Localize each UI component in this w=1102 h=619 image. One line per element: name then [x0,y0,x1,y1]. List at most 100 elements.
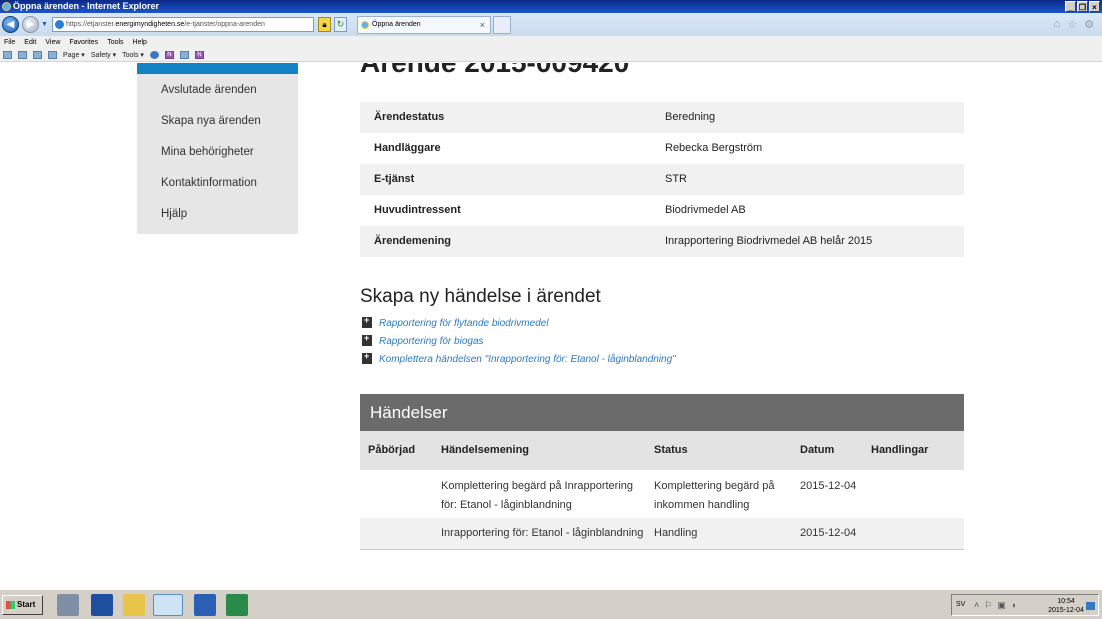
add-document-icon [362,351,372,364]
detail-value: Rebecka Bergström [665,142,763,154]
url-prefix: https://etjanster. [66,21,116,28]
window-controls: _ ❐ × [1065,1,1100,12]
restore-icon[interactable]: ❐ [1077,1,1088,12]
cell-date: 2015-12-04 [800,480,857,492]
url-domain: energimyndigheten.se [115,21,185,28]
cell-status-line2: inkommen handling [654,499,750,511]
detail-row: Handläggare Rebecka Bergström [360,133,964,164]
link-text[interactable]: Rapportering för flytande biodrivmedel [379,318,549,329]
column-header-status: Status [654,444,688,456]
detail-value: Biodrivmedel AB [665,204,746,216]
lock-icon[interactable]: 🔒︎ [318,17,331,32]
volume-icon[interactable]: ◖ [1011,600,1016,611]
tray-icons: ˄ ⚐ ▣ ◖ [974,600,1016,611]
feeds-icon[interactable] [18,51,27,59]
cell-status-line1: Handling [654,527,698,539]
menu-help[interactable]: Help [133,36,147,49]
detail-label: Ärendestatus [374,111,445,123]
page-menu[interactable]: Page ▾ [63,49,85,62]
tab-ie-icon [361,21,369,29]
excel-icon[interactable] [226,594,248,616]
menu-tools[interactable]: Tools [107,36,123,49]
internet-explorer-icon[interactable] [153,594,183,616]
addon-icon[interactable] [179,51,189,59]
clock-date: 2015-12-04 [1048,607,1084,614]
detail-row: Ärendemening Inrapportering Biodrivmedel… [360,226,964,257]
word-icon[interactable] [194,594,216,616]
window-title: Öppna ärenden - Internet Explorer [13,1,160,11]
show-desktop-icon[interactable] [1086,602,1095,610]
window-title-bar: Öppna ärenden - Internet Explorer _ ❐ × [0,0,1102,13]
tools-menu[interactable]: Tools ▾ [122,49,144,62]
table-row[interactable]: Komplettering begärd på Inrapportering f… [360,470,964,518]
close-icon[interactable]: × [1089,1,1100,12]
read-mail-icon[interactable] [33,51,42,59]
create-link-biogas[interactable]: Rapportering för biogas [362,333,484,347]
url-path: /e-tjanster/oppna-arenden [184,21,265,28]
server-manager-icon[interactable] [57,594,79,616]
page-content: Avslutade ärenden Skapa nya ärenden Mina… [0,63,1102,589]
forward-button[interactable]: ▶ [22,16,39,33]
sidebar-item-permissions[interactable]: Mina behörigheter [161,146,254,158]
sidebar-item-create-cases[interactable]: Skapa nya ärenden [161,115,261,127]
ie-logo-icon [2,2,11,11]
powershell-icon[interactable] [91,594,113,616]
address-bar[interactable]: https://etjanster.energimyndigheten.se/e… [52,17,314,32]
print-icon[interactable] [48,51,57,59]
table-row[interactable]: Inrapportering för: Etanol - låginblandn… [360,518,964,549]
home-icon[interactable]: ⌂ [1054,18,1061,31]
new-tab-button[interactable] [493,16,511,34]
detail-row: Huvudintressent Biodrivmedel AB [360,195,964,226]
browser-navigation-bar: ◀ ▶ ▼ https://etjanster.energimyndighete… [0,13,1102,36]
tab-close-icon[interactable]: × [480,17,485,33]
create-link-complement[interactable]: Komplettera händelsen "Inrapportering fö… [362,351,676,365]
language-indicator[interactable]: SV [956,601,965,608]
page-title: Ärende 2015-009420 [360,63,629,79]
favorites-star-icon[interactable]: ☆ [1067,18,1077,31]
history-dropdown-icon[interactable]: ▼ [41,21,48,28]
sidebar: Avslutade ärenden Skapa nya ärenden Mina… [137,63,298,234]
add-document-icon [362,315,372,328]
create-link-liquid-biofuel[interactable]: Rapportering för flytande biodrivmedel [362,315,549,329]
safety-menu[interactable]: Safety ▾ [91,49,116,62]
link-text[interactable]: Rapportering för biogas [379,336,484,347]
column-header-documents: Handlingar [871,444,929,456]
help-icon[interactable] [149,51,159,59]
add-document-icon [362,333,372,346]
menu-file[interactable]: File [4,36,15,49]
browser-toolbar-icons: ⌂ ☆ ⚙ [1054,18,1094,31]
sidebar-item-contact[interactable]: Kontaktinformation [161,177,257,189]
detail-label: Ärendemening [374,235,452,247]
onenote-icon[interactable]: N [164,51,174,59]
show-hidden-icons-icon[interactable]: ˄ [974,600,979,611]
settings-gear-icon[interactable]: ⚙ [1084,18,1094,31]
sidebar-accent-bar [137,63,298,74]
taskbar: Start SV ˄ ⚐ ▣ ◖ 10:54 2015-12-04 [0,589,1102,619]
link-text[interactable]: Komplettera händelsen "Inrapportering fö… [379,354,676,365]
menu-bar: File Edit View Favorites Tools Help [0,36,1102,49]
network-icon[interactable]: ▣ [997,600,1006,611]
cell-status-line1: Komplettering begärd på [654,480,775,492]
home-page-icon[interactable] [3,51,12,59]
menu-view[interactable]: View [45,36,60,49]
action-center-flag-icon[interactable]: ⚐ [984,600,992,611]
start-label: Start [17,600,36,609]
command-bar: Page ▾ Safety ▾ Tools ▾ N N [0,49,1102,62]
menu-edit[interactable]: Edit [24,36,36,49]
minimize-icon[interactable]: _ [1065,1,1076,12]
windows-flag-icon [6,601,15,609]
onenote-send-icon[interactable]: N [194,51,204,59]
browser-tab[interactable]: Öppna ärenden × [357,16,491,34]
cell-meaning-line1: Inrapportering för: Etanol - låginblandn… [441,527,644,539]
refresh-icon[interactable]: ↻ [334,17,347,32]
detail-value: STR [665,173,687,185]
start-button[interactable]: Start [2,595,43,615]
sidebar-item-closed-cases[interactable]: Avslutade ärenden [161,84,257,96]
clock-time: 10:54 [1057,598,1075,605]
back-button[interactable]: ◀ [2,16,19,33]
file-explorer-icon[interactable] [123,594,145,616]
clock[interactable]: 10:54 2015-12-04 [1046,597,1086,615]
sidebar-item-help[interactable]: Hjälp [161,208,187,220]
events-section-title: Händelser [360,394,964,431]
menu-favorites[interactable]: Favorites [69,36,98,49]
